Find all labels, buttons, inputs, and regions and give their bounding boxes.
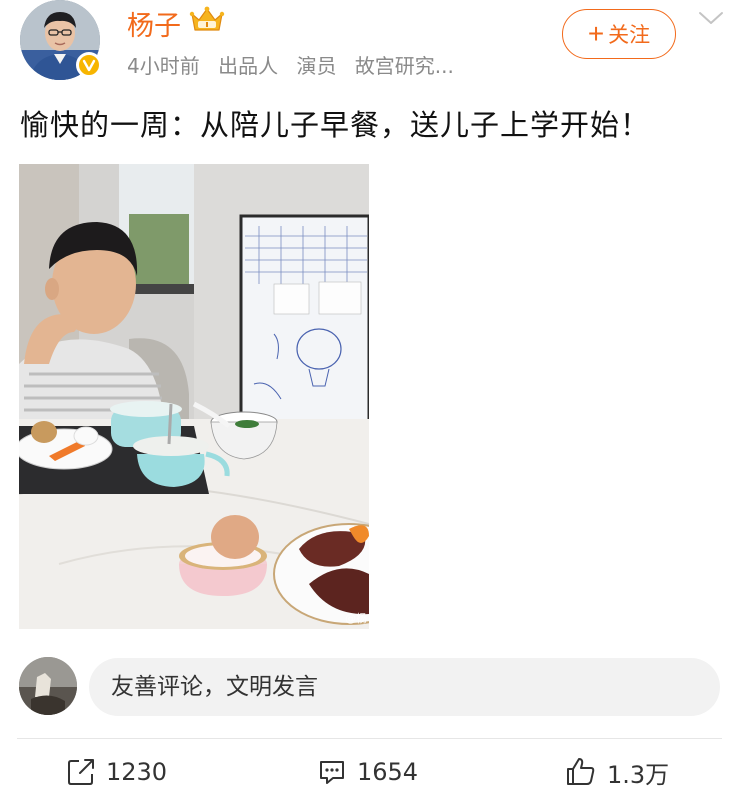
author-title-3: 故宫研究... xyxy=(354,54,454,78)
post-text: 愉快的一周：从陪儿子早餐，送儿子上学开始！ xyxy=(20,108,651,142)
photo-watermark: @杨 xyxy=(345,612,367,625)
follow-label: 关注 xyxy=(608,24,651,47)
like-count: 1.3万 xyxy=(607,760,670,789)
repost-button[interactable]: 1230 xyxy=(66,752,167,792)
author-title-2: 演员 xyxy=(296,54,337,78)
author-meta: 4小时前 出品人 演员 故宫研究... xyxy=(127,50,454,79)
like-icon xyxy=(565,756,597,788)
share-icon xyxy=(66,757,96,787)
verified-icon xyxy=(76,52,102,78)
author-title-1: 出品人 xyxy=(218,54,279,78)
author-avatar[interactable] xyxy=(20,0,102,80)
comment-input[interactable] xyxy=(89,658,720,716)
author-name[interactable]: 杨子 xyxy=(127,4,181,43)
post-header: 杨子 4小时前 出品人 演员 故宫研究... + 关注 xyxy=(0,0,742,90)
author-name-row: 杨子 xyxy=(127,4,225,43)
repost-count: 1230 xyxy=(106,758,168,786)
post-photo[interactable]: @杨 xyxy=(19,164,369,629)
comment-icon xyxy=(317,757,347,787)
current-user-avatar[interactable] xyxy=(19,657,77,715)
comment-count: 1654 xyxy=(357,758,419,786)
plus-icon: + xyxy=(587,18,605,49)
comment-button[interactable]: 1654 xyxy=(317,752,418,792)
post-time: 4小时前 xyxy=(127,54,200,78)
crown-icon xyxy=(189,6,225,41)
action-divider xyxy=(17,738,722,739)
action-bar: 1230 1654 1.3万 xyxy=(0,752,742,792)
chevron-down-icon[interactable] xyxy=(697,8,725,28)
follow-button[interactable]: + 关注 xyxy=(562,9,676,59)
like-button[interactable]: 1.3万 xyxy=(565,752,669,792)
breakfast-photo-illustration xyxy=(19,164,369,629)
comment-row xyxy=(0,655,742,719)
